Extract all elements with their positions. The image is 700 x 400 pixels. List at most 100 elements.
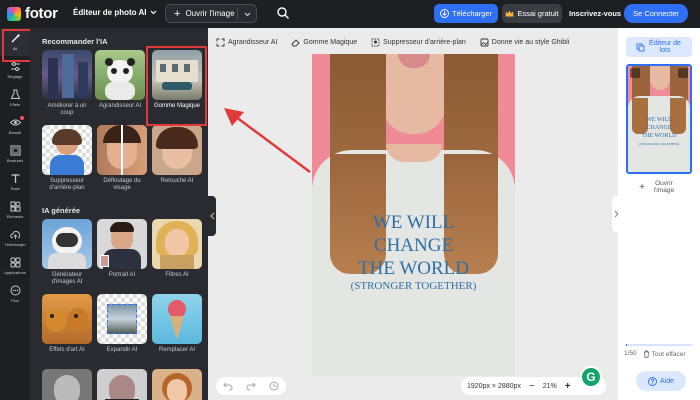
red-arrow-annotation	[224, 108, 311, 174]
tool-more-1[interactable]	[42, 369, 92, 400]
redo-icon[interactable]	[246, 382, 256, 391]
tool-ai-filters[interactable]: Filtres AI	[152, 219, 202, 279]
thumb-shirt-line: THE WORLD	[641, 133, 677, 139]
download-button[interactable]: Télécharger	[434, 4, 498, 23]
login-button[interactable]: Se Connecter	[624, 4, 688, 23]
tool-label: Défloutage du visage	[103, 178, 141, 191]
help-label: Aide	[659, 377, 674, 385]
quick-tool-magic-eraser[interactable]: Gomme Magique	[291, 38, 357, 47]
quick-tool-label: Gomme Magique	[303, 38, 358, 46]
rail-item-effects[interactable]: Effets	[0, 84, 30, 112]
open-image-secondary-button[interactable]: + Ouvrir l'image	[626, 180, 692, 194]
rail-label: Applications	[4, 270, 26, 275]
image-thumbnail[interactable]: WE WILL CHANGE THE WORLD (STRONGER TOGET…	[626, 64, 692, 174]
grammarly-icon[interactable]: G	[580, 366, 602, 388]
tool-ai-art-effects[interactable]: Effets d'art AI	[42, 294, 92, 354]
rail-label: Bordures	[6, 158, 24, 163]
trash-icon	[643, 350, 649, 358]
tool-ai-expand[interactable]: Expandir AI	[97, 294, 147, 354]
tool-thumbnail	[95, 50, 145, 100]
chevron-down-icon[interactable]	[244, 8, 251, 20]
crown-icon	[505, 10, 514, 16]
quick-tool-upscaler[interactable]: Agrandisseur AI	[216, 38, 277, 47]
signup-link[interactable]: Inscrivez-vous	[569, 9, 621, 18]
tool-thumbnail	[42, 50, 92, 100]
tool-bg-remover[interactable]: Suppresseur d'arrière-plan	[42, 125, 92, 192]
tool-label: Suppresseur d'arrière-plan	[49, 178, 85, 191]
history-controls	[216, 377, 286, 395]
layers-toggle-icon[interactable]	[630, 68, 640, 78]
login-label: Se Connecter	[633, 9, 679, 18]
eye-icon	[9, 119, 21, 126]
tool-more-2[interactable]	[97, 369, 147, 400]
tool-label: Retouche AI	[160, 178, 194, 184]
cloud-upload-icon	[9, 230, 20, 239]
bg-remove-icon	[371, 38, 380, 46]
tool-ai-portrait[interactable]: Portrait AI	[97, 219, 147, 279]
tool-thumbnail	[42, 369, 92, 400]
top-bar: fotor Éditeur de photo AI + Ouvrir l'ima…	[0, 0, 700, 28]
text-icon	[11, 174, 19, 183]
free-trial-button[interactable]: Essai gratuit	[502, 4, 562, 23]
batch-editor-label: Éditeur de lots	[649, 40, 681, 54]
search-icon[interactable]	[276, 6, 290, 20]
more-icon	[10, 285, 20, 296]
clear-all-button[interactable]: Tout effacer	[643, 350, 686, 358]
editor-menu-dropdown[interactable]: Éditeur de photo AI	[73, 8, 157, 17]
rail-item-upload[interactable]: Télécharger	[0, 224, 30, 252]
batch-editor-button[interactable]: Éditeur de lots	[626, 37, 692, 57]
canvas-image[interactable]: WE WILL CHANGE THE WORLD (STRONGER TOGET…	[312, 54, 515, 376]
tool-thumbnail	[152, 294, 202, 344]
tool-upscaler[interactable]: Agrandisseur AI	[95, 50, 145, 110]
tool-more-3[interactable]	[152, 369, 202, 400]
tool-face-unblur[interactable]: Défloutage du visage	[97, 125, 147, 192]
recommended-title: Recommander l'IA	[42, 37, 108, 46]
rail-item-text[interactable]: Texte	[0, 168, 30, 196]
tool-label: Filtres AI	[165, 272, 189, 278]
quick-tool-label: Donne vie au style Ghibli	[491, 38, 570, 46]
panel-collapse-handle[interactable]	[208, 196, 216, 236]
rail-item-apps[interactable]: Applications	[0, 252, 30, 280]
chevron-left-icon	[209, 212, 214, 220]
tool-thumbnail	[97, 219, 147, 269]
rail-label: Effets	[9, 102, 21, 107]
image-dimensions: 1920px × 2880px	[467, 382, 521, 390]
fotor-logo[interactable]: fotor	[7, 5, 58, 22]
clear-all-label: Tout effacer	[651, 350, 686, 358]
shirt-line: WE WILL	[372, 212, 455, 233]
rail-item-beauty[interactable]: Beauté	[0, 112, 30, 140]
history-icon[interactable]	[269, 381, 279, 391]
quick-tool-ghibli[interactable]: Donne vie au style Ghibli	[480, 38, 569, 47]
rail-item-elements[interactable]: Eléments	[0, 196, 30, 224]
help-button[interactable]: Aide	[636, 371, 686, 391]
quick-tool-bg-remover[interactable]: Suppresseur d'arrière-plan	[371, 38, 466, 47]
ai-quick-tools-bar: Agrandisseur AI Gomme Magique Suppresseu…	[216, 34, 610, 50]
free-trial-label: Essai gratuit	[517, 9, 559, 18]
tool-label: Générateur d'images AI	[51, 272, 83, 285]
tool-enhance[interactable]: Améliorer à un coup	[42, 50, 92, 117]
undo-icon[interactable]	[222, 382, 233, 391]
thumb-shirt-line: CHANGE	[646, 125, 672, 131]
tool-thumbnail	[97, 294, 147, 344]
rail-label: Texte	[10, 186, 20, 191]
notification-dot	[20, 116, 24, 120]
zoom-in-button[interactable]: +	[565, 381, 571, 392]
quick-tool-label: Agrandisseur AI	[228, 38, 278, 46]
tool-label: Effets d'art AI	[49, 347, 85, 353]
logo-text: fotor	[25, 5, 58, 22]
tool-thumbnail	[42, 219, 92, 269]
zoom-out-button[interactable]: −	[529, 381, 535, 392]
plus-icon: +	[639, 181, 645, 193]
download-label: Télécharger	[451, 9, 493, 18]
open-image-button[interactable]: + Ouvrir l'image	[165, 4, 257, 23]
rail-item-more[interactable]: Plus	[0, 280, 30, 308]
tool-ai-replace[interactable]: Remplacer AI	[152, 294, 202, 354]
tool-ai-retouch[interactable]: Retouche AI	[152, 125, 202, 185]
tool-ai-image-generator[interactable]: Générateur d'images AI	[42, 219, 92, 286]
divider	[237, 7, 238, 20]
batch-panel: Éditeur de lots WE WILL CHANGE THE WORLD…	[618, 28, 700, 400]
delete-thumbnail-icon[interactable]	[678, 68, 688, 78]
rail-label: Réglage	[7, 74, 23, 79]
rail-item-frames[interactable]: Bordures	[0, 140, 30, 168]
tool-thumbnail	[42, 294, 92, 344]
